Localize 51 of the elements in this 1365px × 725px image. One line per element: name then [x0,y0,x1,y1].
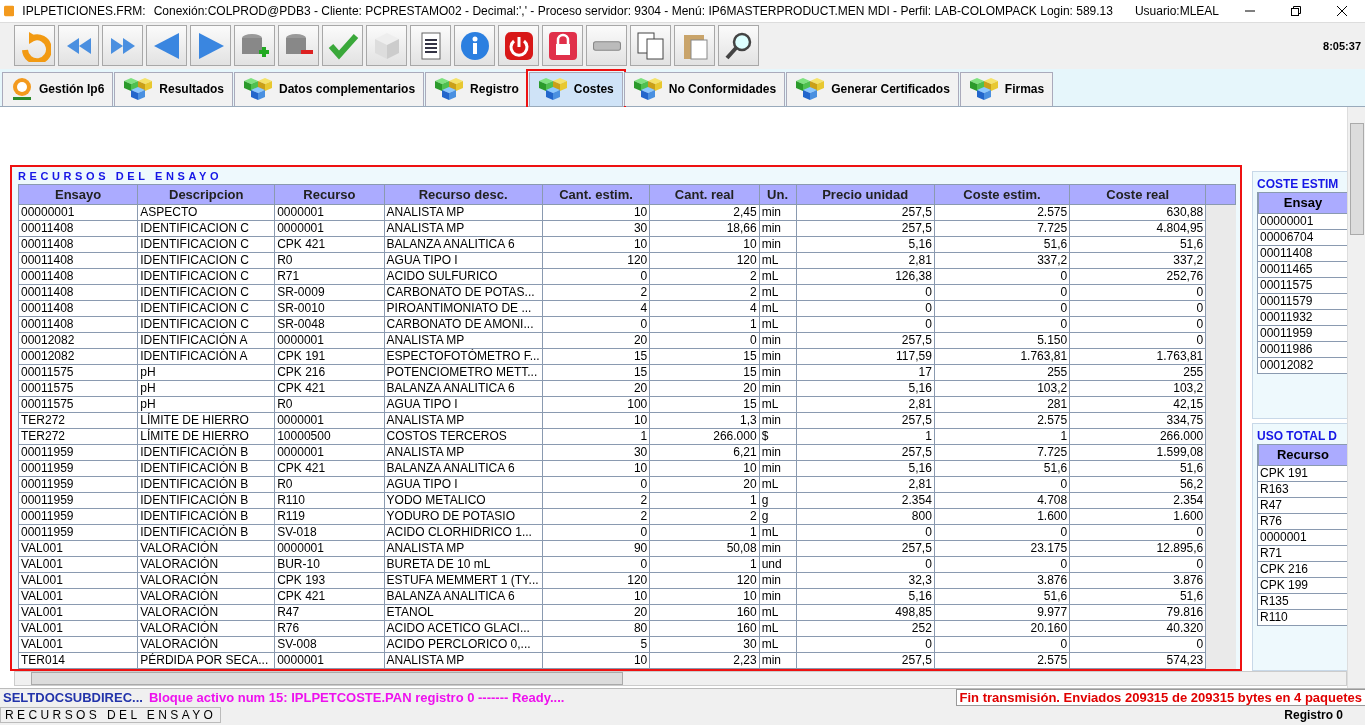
close-icon[interactable] [1337,6,1347,16]
cubes-icon [434,76,465,103]
tab[interactable]: Costes [528,71,623,106]
column-header[interactable]: Ensayo [18,184,138,205]
toolbar-button[interactable] [718,25,759,67]
column-header[interactable]: Recurso [274,184,385,205]
column-header[interactable]: Cant. estim. [542,184,650,205]
column-header[interactable]: Un. [759,184,796,205]
power-icon [502,29,535,62]
toolbar-button[interactable] [410,25,451,67]
cubes-icon [123,76,154,103]
panel-title: COSTE ESTIM [1257,176,1339,191]
app-icon [4,4,15,18]
info-icon [458,29,491,62]
tab[interactable]: Generar Certificados [786,71,959,106]
restore-icon[interactable] [1291,6,1301,16]
column-header[interactable]: Cant. real [649,184,760,205]
tab[interactable]: No Conformidades [623,71,786,106]
panel-title: USO TOTAL D [1257,428,1337,443]
column-header[interactable]: Recurso desc. [384,184,543,205]
column-header[interactable]: Ensay [1258,191,1347,214]
logo-icon [11,77,33,102]
cubes-icon [537,76,568,103]
cubes-icon [243,76,274,103]
copy-icon [634,29,667,62]
status-message: SELTDOCSUBDIREC... [2,689,144,705]
column-header[interactable]: Recurso [1258,443,1347,466]
column-header[interactable]: Coste estim. [934,184,1070,205]
section-label: RECURSOS DEL ENSAYO [0,707,222,724]
connection-info: Conexión:COLPROD@PDB3 - Cliente: PCPRESTAMO02 - Decimal:',' - Proceso servidor: 9304 - Menú: IP6MASTERPRODUCT.MEN MDI - Perfil: LAB-COLOMPACK Login: 589.13 [153,4,1113,18]
panel-title: RECURSOS DEL ENSAYO [18,169,224,184]
tab[interactable]: Datos complementarios [234,71,425,106]
tab[interactable]: Resultados [114,71,234,106]
tab[interactable]: Gestión Ip6 [2,71,114,106]
record-count: Registro 0 [1284,708,1343,723]
cubes-icon [968,76,999,103]
lock-icon [546,29,579,62]
window-title: IPLPETICIONES.FRM: [22,4,146,18]
cubes-icon [795,76,826,103]
clock: 8:05:37 [1323,39,1361,52]
cubes-icon [632,76,663,103]
bar-icon [592,40,621,51]
column-header[interactable]: Coste real [1069,184,1206,205]
tab[interactable]: Registro [425,71,528,106]
column-header[interactable]: Descripcion [137,184,275,205]
vertical-scrollbar[interactable] [1347,106,1365,688]
column-header[interactable]: Precio unidad [796,184,935,205]
toolbar-button[interactable] [498,25,539,67]
tab[interactable]: Firmas [959,71,1054,106]
status-message: Bloque activo num 15: IPLPETCOSTE.PAN registro 0 ------- Ready.... [147,689,566,705]
user-label: Usuario:MLEAL [1134,4,1219,18]
